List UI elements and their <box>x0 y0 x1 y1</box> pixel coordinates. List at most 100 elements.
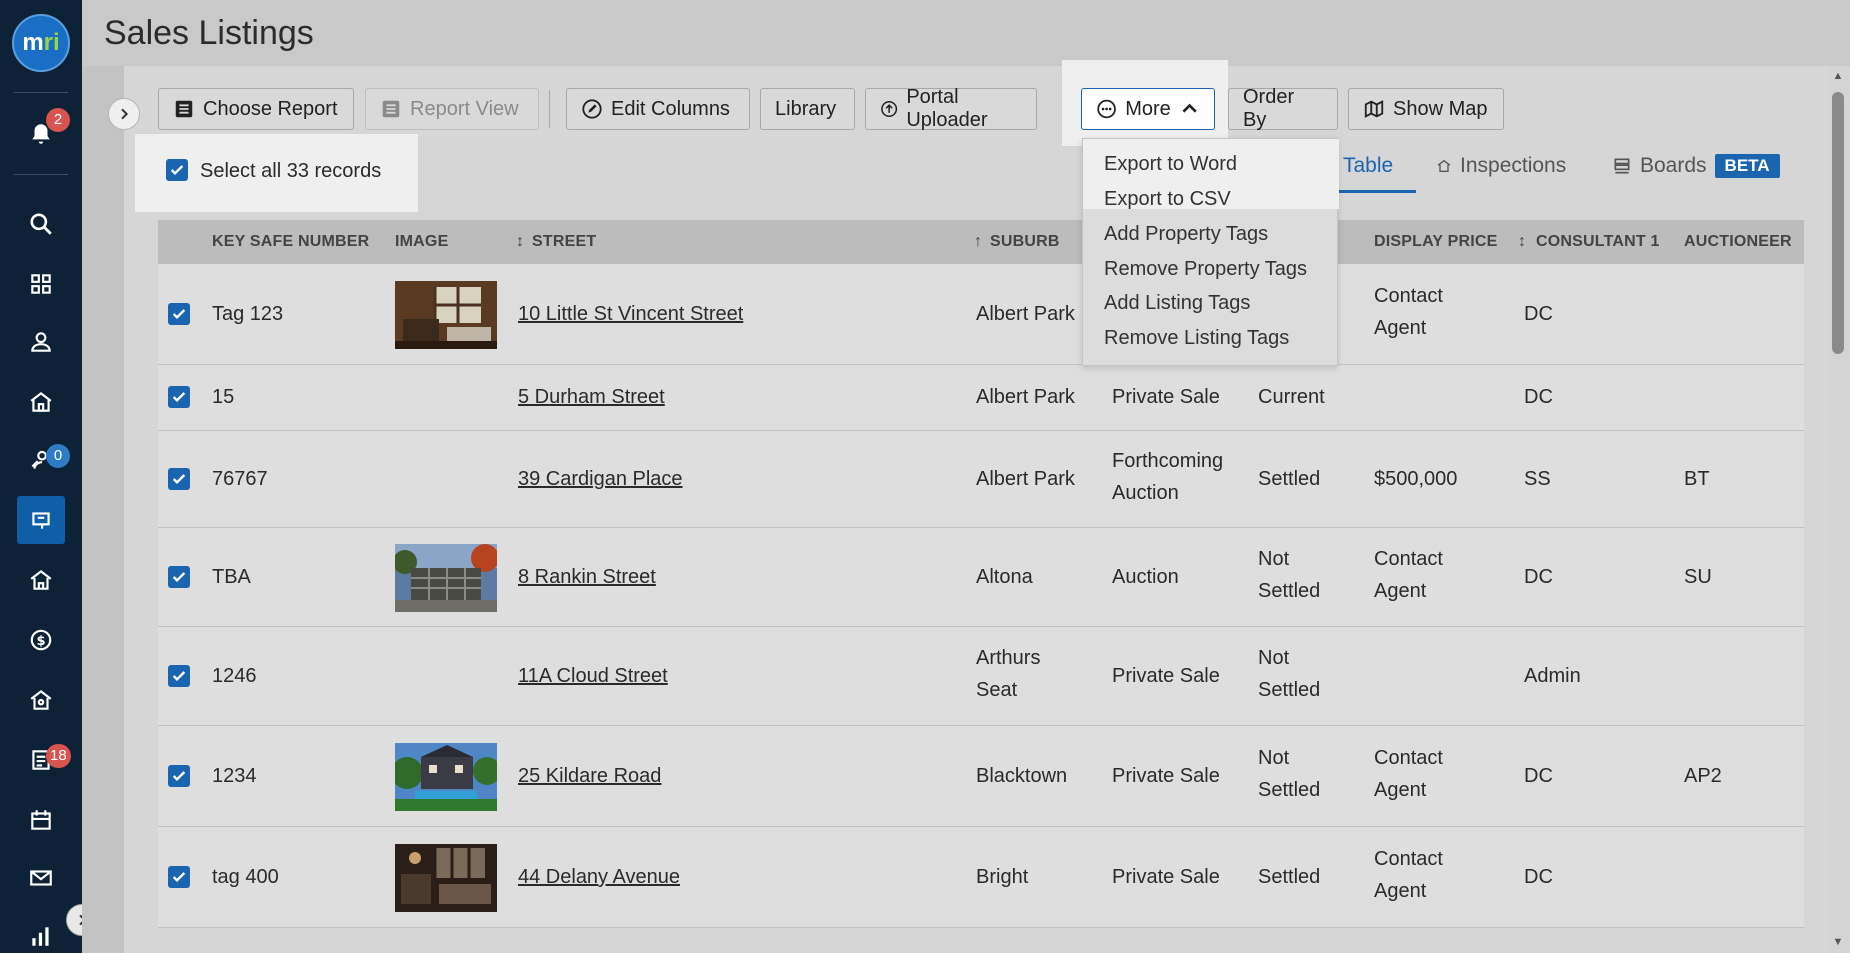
menu-item-add-property-tags[interactable]: Add Property Tags <box>1104 223 1268 246</box>
sort-asc-icon[interactable]: ↑ <box>974 233 982 251</box>
property-thumbnail[interactable] <box>395 281 497 349</box>
search-icon <box>30 213 52 235</box>
menu-item-export-csv[interactable]: Export to CSV <box>1104 188 1231 211</box>
tab-table-label: Table <box>1343 154 1394 177</box>
scrollbar-thumb[interactable] <box>1832 92 1844 354</box>
notifications-badge: 2 <box>46 108 70 132</box>
library-label: Library <box>775 97 837 120</box>
order-by-button[interactable]: Order By <box>1228 86 1338 131</box>
cell-key-safe: tag 400 <box>212 866 279 888</box>
menu-item-remove-property-tags[interactable]: Remove Property Tags <box>1104 258 1307 281</box>
library-button[interactable]: Library <box>760 88 855 130</box>
row-checkbox[interactable] <box>168 665 190 687</box>
choose-report-label: Choose Report <box>203 97 338 120</box>
header-key-safe[interactable]: KEY SAFE NUMBER <box>212 233 369 251</box>
sort-icon[interactable]: ↕ <box>516 233 524 251</box>
nav-search[interactable] <box>17 200 65 248</box>
header-image[interactable]: IMAGE <box>395 233 448 251</box>
property-thumbnail[interactable] <box>393 544 499 612</box>
row-checkbox[interactable] <box>168 386 190 408</box>
scroll-down-arrow[interactable]: ▼ <box>1831 936 1845 948</box>
tab-table[interactable]: Table <box>1343 154 1393 178</box>
cell-auctioneer: SU <box>1684 566 1712 588</box>
cell-method: Private Sale <box>1112 386 1220 408</box>
table-row[interactable]: 15 5 Durham Street Albert Park Private S… <box>158 365 1804 431</box>
nav-listings[interactable] <box>17 496 65 544</box>
house-outline-icon <box>30 569 52 590</box>
mail-icon <box>30 870 52 886</box>
nav-dashboard[interactable] <box>17 260 65 308</box>
header-street[interactable]: STREET <box>532 233 596 251</box>
nav-divider <box>14 174 68 175</box>
portal-uploader-label: Portal Uploader <box>906 86 988 131</box>
listings-icon <box>32 512 50 529</box>
nav-contacts[interactable] <box>17 318 65 366</box>
nav-properties[interactable] <box>17 378 65 426</box>
filter-panel-collapsed <box>82 66 124 953</box>
street-link[interactable]: 39 Cardigan Place <box>518 463 683 495</box>
table-row[interactable]: TBA 8 Rankin Street Altona Auction Not S… <box>158 528 1804 627</box>
nav-rentals[interactable] <box>17 556 65 604</box>
row-checkbox[interactable] <box>168 566 190 588</box>
scroll-up-arrow[interactable]: ▲ <box>1831 70 1845 82</box>
row-checkbox[interactable] <box>168 468 190 490</box>
cell-consultant: DC <box>1524 866 1553 888</box>
nav-calendar[interactable] <box>17 796 65 844</box>
order-by-label: Order By <box>1243 86 1295 131</box>
street-link[interactable]: 10 Little St Vincent Street <box>518 298 743 330</box>
property-thumbnail[interactable] <box>395 844 497 912</box>
table-row[interactable]: tag 400 44 Delany Avenue Bright Private … <box>158 827 1804 928</box>
edit-columns-button[interactable]: Edit Columns <box>566 88 750 130</box>
portal-uploader-button[interactable]: Portal Uploader <box>865 86 1037 131</box>
cell-suburb: Blacktown <box>976 765 1068 787</box>
cell-key-safe: 1234 <box>212 765 257 787</box>
header-consultant[interactable]: CONSULTANT 1 <box>1536 233 1660 251</box>
listings-table: KEY SAFE NUMBER IMAGE ↕ STREET ↑ SUBURB … <box>158 220 1804 928</box>
select-all-checkbox[interactable] <box>166 159 188 181</box>
property-thumbnail[interactable] <box>391 743 501 811</box>
cell-display-price: Contact Agent <box>1374 548 1443 602</box>
table-row[interactable]: 1246 11A Cloud Street Arthurs Seat Priva… <box>158 627 1804 726</box>
nav-analytics[interactable] <box>17 912 65 953</box>
nav-management[interactable] <box>17 676 65 724</box>
app-logo[interactable]: mri <box>12 14 70 72</box>
menu-item-add-listing-tags[interactable]: Add Listing Tags <box>1104 292 1250 315</box>
street-link[interactable]: 8 Rankin Street <box>518 561 656 593</box>
table-row[interactable]: 76767 39 Cardigan Place Albert Park Fort… <box>158 431 1804 528</box>
expand-filters-button[interactable] <box>108 98 140 130</box>
street-link[interactable]: 25 Kildare Road <box>518 760 661 792</box>
nav-finance[interactable]: $ <box>17 616 65 664</box>
table-row[interactable]: Tag 123 10 Little St Vincent Street Albe… <box>158 264 1804 365</box>
row-checkbox[interactable] <box>168 866 190 888</box>
menu-item-remove-listing-tags[interactable]: Remove Listing Tags <box>1104 327 1289 350</box>
street-link[interactable]: 11A Cloud Street <box>518 660 668 692</box>
row-checkbox[interactable] <box>168 303 190 325</box>
choose-report-button[interactable]: Choose Report <box>158 88 354 130</box>
show-map-label: Show Map <box>1393 97 1488 120</box>
prospects-badge: 0 <box>46 444 70 468</box>
menu-item-export-word[interactable]: Export to Word <box>1104 153 1237 176</box>
cell-suburb: Altona <box>976 566 1033 588</box>
show-map-button[interactable]: Show Map <box>1348 88 1504 130</box>
tab-boards-label: Boards <box>1640 154 1707 177</box>
header-auctioneer[interactable]: AUCTIONEER <box>1684 233 1792 251</box>
report-view-button[interactable]: Report View <box>365 88 539 130</box>
tab-boards[interactable]: Boards BETA <box>1612 154 1780 178</box>
cell-consultant: DC <box>1524 303 1553 325</box>
pencil-circle-icon <box>582 99 602 119</box>
header-display-price[interactable]: DISPLAY PRICE <box>1374 233 1498 251</box>
tab-inspections[interactable]: Inspections <box>1436 154 1566 178</box>
table-row[interactable]: 1234 25 Kildare Road Blacktown Private S… <box>158 726 1804 827</box>
cell-suburb: Albert Park <box>976 303 1075 325</box>
nav-mail[interactable] <box>17 854 65 902</box>
cell-consultant: DC <box>1524 566 1553 588</box>
sort-icon[interactable]: ↕ <box>1518 233 1526 251</box>
row-checkbox[interactable] <box>168 765 190 787</box>
more-button[interactable]: More <box>1081 88 1215 130</box>
cell-display-price: $500,000 <box>1374 468 1458 490</box>
ellipsis-circle-icon <box>1097 99 1116 119</box>
street-link[interactable]: 44 Delany Avenue <box>518 861 680 893</box>
nav-divider <box>14 92 68 93</box>
header-suburb[interactable]: SUBURB <box>990 233 1060 251</box>
street-link[interactable]: 5 Durham Street <box>518 381 665 413</box>
